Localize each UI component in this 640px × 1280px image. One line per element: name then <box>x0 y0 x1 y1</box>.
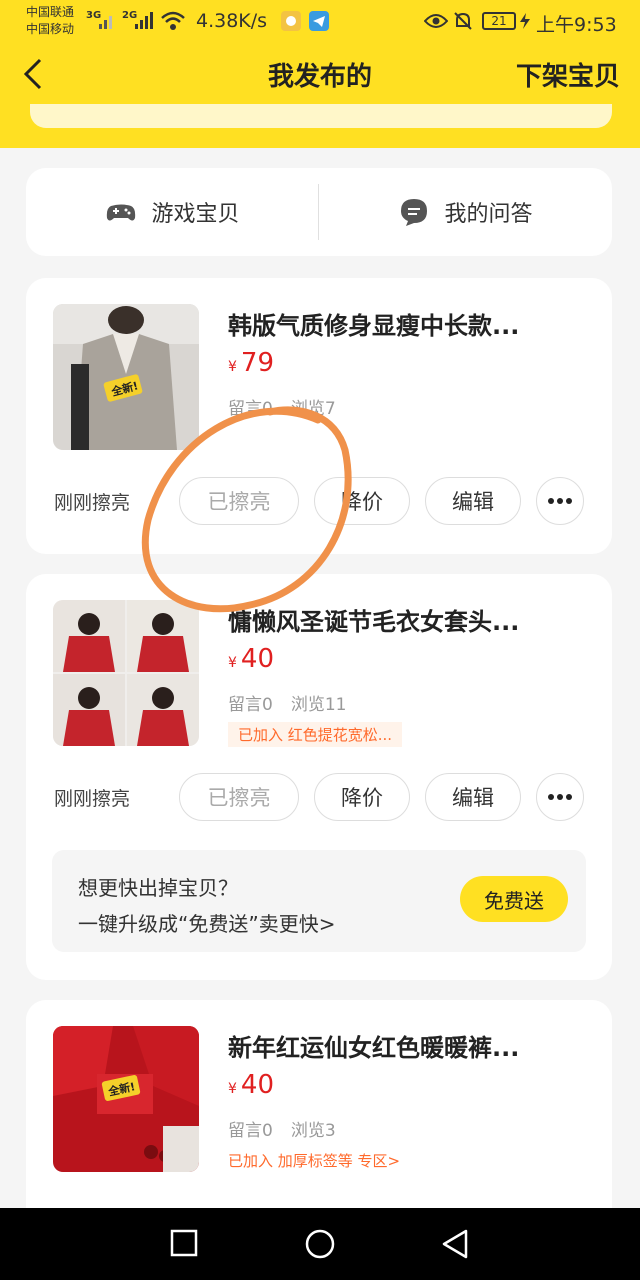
network-speed: 4.38K/s <box>196 10 268 32</box>
view-count: 浏览3 <box>290 1121 336 1141</box>
header: 中国联通 中国移动 3G 2G 4.38K/s 21 上午9:53 我发布的 下… <box>0 0 640 148</box>
reduce-price-button[interactable]: 降价 <box>314 773 410 821</box>
polish-status: 刚刚擦亮 <box>54 492 131 514</box>
currency-symbol: ¥ <box>228 359 237 375</box>
tab-my-qa-label: 我的问答 <box>444 202 533 227</box>
edit-button[interactable]: 编辑 <box>425 477 521 525</box>
search-bar-edge[interactable] <box>30 104 612 128</box>
recent-apps-button[interactable] <box>170 1228 198 1258</box>
item-stats: 留言0 浏览11 <box>228 690 346 715</box>
home-button[interactable] <box>304 1228 336 1260</box>
item-thumbnail[interactable] <box>53 600 199 746</box>
tab-my-qa[interactable]: 我的问答 <box>319 168 612 256</box>
more-button[interactable] <box>536 477 584 525</box>
gamepad-icon <box>107 204 136 221</box>
item-stats: 留言0 浏览7 <box>228 394 336 419</box>
polish-status: 刚刚擦亮 <box>54 788 131 810</box>
item-thumbnail[interactable]: 全新! <box>53 1026 199 1172</box>
app-notification-icon <box>280 10 302 37</box>
more-dots-icon <box>548 794 572 800</box>
signal-2-icon <box>134 12 154 35</box>
listing-card[interactable]: 慵懒风圣诞节毛衣女套头... ¥40 留言0 浏览11 已加入 红色提花宽松...… <box>26 574 612 980</box>
coat-photo: 全新! <box>53 304 199 450</box>
polished-button[interactable]: 已擦亮 <box>179 477 299 525</box>
wifi-icon <box>160 10 186 37</box>
carrier-info: 中国联通 中国移动 <box>26 4 74 38</box>
battery-level: 21 <box>482 12 516 30</box>
navbar: 我发布的 下架宝贝 <box>0 44 640 104</box>
item-stats: 留言0 浏览3 <box>228 1116 336 1141</box>
promo-subline[interactable]: 一键升级成“免费送”卖更快> <box>78 908 335 937</box>
telegram-icon <box>308 10 330 37</box>
promo-tag[interactable]: 已加入 加厚标签等 专区> <box>228 1148 410 1173</box>
category-tabs: 游戏宝贝 我的问答 <box>26 168 612 256</box>
more-dots-icon <box>548 498 572 504</box>
tab-game-items-label: 游戏宝贝 <box>151 202 240 227</box>
comment-count: 留言0 <box>228 399 273 419</box>
free-giveaway-button[interactable]: 免费送 <box>460 876 568 922</box>
red-pants-photo: 全新! <box>53 1026 199 1172</box>
price-value: 40 <box>240 644 275 674</box>
reduce-price-button[interactable]: 降价 <box>314 477 410 525</box>
currency-symbol: ¥ <box>228 1081 237 1097</box>
status-bar: 中国联通 中国移动 3G 2G 4.38K/s 21 上午9:53 <box>0 0 640 44</box>
view-count: 浏览11 <box>290 695 347 715</box>
item-price: ¥79 <box>228 348 274 378</box>
free-giveaway-promo[interactable]: 想更快出掉宝贝？ 一键升级成“免费送”卖更快> 免费送 <box>52 850 586 952</box>
delist-items-button[interactable]: 下架宝贝 <box>516 56 620 93</box>
polished-button[interactable]: 已擦亮 <box>179 773 299 821</box>
charging-icon <box>518 12 532 35</box>
currency-symbol: ¥ <box>228 655 237 671</box>
promo-headline: 想更快出掉宝贝？ <box>78 876 238 900</box>
view-count: 浏览7 <box>290 399 336 419</box>
listing-card[interactable]: 全新! 韩版气质修身显瘦中长款... ¥79 留言0 浏览7 刚刚擦亮 已擦亮 降… <box>26 278 612 554</box>
chat-bubble-icon <box>401 199 428 226</box>
carrier-1: 中国联通 <box>26 5 75 19</box>
more-button[interactable] <box>536 773 584 821</box>
mute-bell-icon <box>452 10 474 37</box>
item-price: ¥40 <box>228 644 274 674</box>
comment-count: 留言0 <box>228 1121 273 1141</box>
carrier-2: 中国移动 <box>26 22 75 36</box>
tab-game-items[interactable]: 游戏宝贝 <box>26 168 319 256</box>
comment-count: 留言0 <box>228 695 273 715</box>
clock: 上午9:53 <box>536 14 617 36</box>
item-title[interactable]: 韩版气质修身显瘦中长款... <box>228 306 519 341</box>
item-price: ¥40 <box>228 1070 274 1100</box>
signal-1-icon <box>98 12 116 35</box>
price-value: 40 <box>240 1070 275 1100</box>
back-nav-button[interactable] <box>440 1228 470 1260</box>
item-title[interactable]: 新年红运仙女红色暖暖裤... <box>228 1028 519 1063</box>
sweater-photo <box>53 600 199 746</box>
system-nav-bar <box>0 1208 640 1280</box>
item-title[interactable]: 慵懒风圣诞节毛衣女套头... <box>228 602 519 637</box>
promo-tag[interactable]: 已加入 红色提花宽松... <box>228 722 403 747</box>
edit-button[interactable]: 编辑 <box>425 773 521 821</box>
eye-icon <box>423 12 449 35</box>
item-thumbnail[interactable]: 全新! <box>53 304 199 450</box>
price-value: 79 <box>240 348 275 378</box>
